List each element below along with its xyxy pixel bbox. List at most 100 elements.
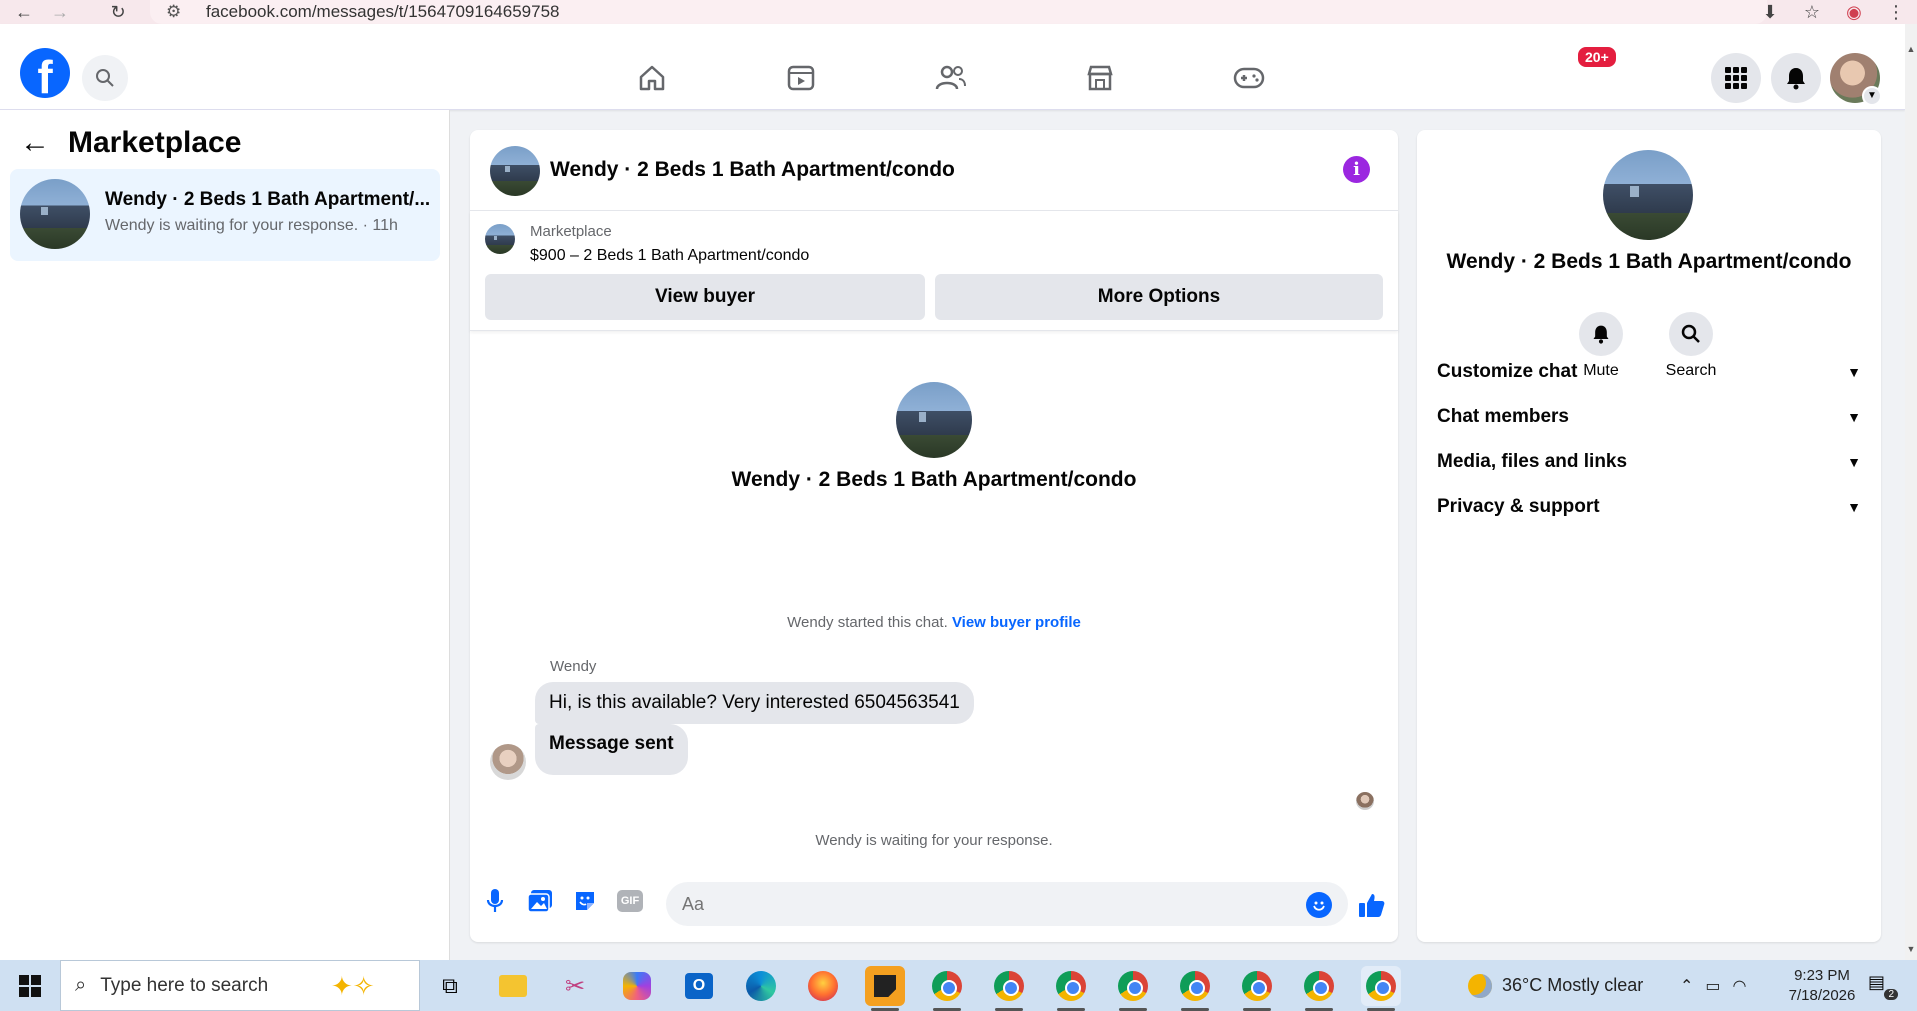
chat-info-title: Wendy · 2 Beds 1 Bath Apartment/condo <box>1446 250 1852 273</box>
outlook-icon[interactable]: O <box>679 966 719 1006</box>
windows-taskbar: ⌕ Type here to search ✦✧ ⧉ ✂ O 36°C Most… <box>0 960 1917 1011</box>
chevron-down-icon: ▼ <box>1847 409 1861 425</box>
thumbs-up-button[interactable] <box>1355 888 1389 922</box>
windows-logo-icon <box>19 974 41 997</box>
file-explorer-icon[interactable] <box>493 966 533 1006</box>
privacy-support-section[interactable]: Privacy & support ▼ <box>1437 487 1861 527</box>
microphone-icon <box>486 889 504 912</box>
wifi-icon[interactable]: ◠ <box>1733 976 1747 996</box>
meet-now-icon[interactable]: ▭ <box>1705 976 1720 996</box>
chrome-icon[interactable] <box>927 966 967 1011</box>
more-options-button[interactable]: More Options <box>935 274 1383 320</box>
site-settings-icon[interactable]: ⚙ <box>166 2 186 22</box>
address-bar[interactable]: ⚙ facebook.com/messages/t/15647091646597… <box>150 0 1767 24</box>
facebook-logo[interactable]: f <box>20 48 70 98</box>
edge-icon[interactable] <box>741 966 781 1006</box>
bell-icon <box>1593 325 1609 344</box>
chat-center-title: Wendy · 2 Beds 1 Bath Apartment/condo <box>731 468 1137 491</box>
chat-members-section[interactable]: Chat members ▼ <box>1437 397 1861 437</box>
scroll-up-arrow-icon[interactable]: ▲ <box>1905 44 1917 56</box>
marketplace-label: Marketplace <box>530 223 612 240</box>
scroll-down-arrow-icon[interactable]: ▼ <box>1905 944 1917 956</box>
message-bubble[interactable]: Message sent <box>535 724 688 775</box>
chat-title[interactable]: Wendy · 2 Beds 1 Bath Apartment/condo <box>550 158 955 182</box>
chat-avatar[interactable] <box>490 146 540 196</box>
microphone-button[interactable] <box>480 886 510 916</box>
conversation-subtitle: Wendy is waiting for your response. · 11… <box>105 217 398 234</box>
chrome-icon[interactable] <box>1113 966 1153 1011</box>
media-files-links-section[interactable]: Media, files and links ▼ <box>1437 442 1861 482</box>
weather-widget[interactable]: 36°C Mostly clear <box>1468 960 1643 1011</box>
info-icon[interactable]: i <box>1343 156 1370 183</box>
section-label: Chat members <box>1437 406 1569 427</box>
conversation-item[interactable]: Wendy · 2 Beds 1 Bath Apartment/... Wend… <box>10 169 440 261</box>
attach-photo-button[interactable] <box>525 886 555 916</box>
taskbar-search-box[interactable]: ⌕ Type here to search ✦✧ <box>60 960 420 1011</box>
chrome-icon[interactable] <box>989 966 1029 1011</box>
chrome-icon[interactable] <box>1237 966 1277 1011</box>
customize-chat-section[interactable]: Customize chat ▼ <box>1437 352 1861 392</box>
section-label: Customize chat <box>1437 361 1578 382</box>
sticker-button[interactable] <box>570 886 600 916</box>
chevron-down-icon: ▼ <box>1847 364 1861 380</box>
friends-icon <box>935 65 966 90</box>
message-bubble[interactable]: Hi, is this available? Very interested 6… <box>535 682 974 724</box>
back-arrow-icon[interactable]: ← <box>4 0 44 24</box>
chat-bubble-icon: ▤ <box>1868 972 1886 992</box>
browser-menu-icon[interactable]: ⋮ <box>1875 0 1917 24</box>
forward-arrow-icon[interactable]: → <box>40 0 80 24</box>
chevron-down-icon: ▼ <box>1847 454 1861 470</box>
chevron-down-icon[interactable]: ▼ <box>1862 86 1882 106</box>
gaming-icon <box>1233 67 1265 89</box>
menu-button[interactable] <box>1711 53 1761 103</box>
chrome-icon[interactable] <box>1299 966 1339 1011</box>
chrome-icon[interactable] <box>1361 966 1401 1011</box>
profile-icon[interactable]: ◉ <box>1833 0 1875 24</box>
listing-thumbnail[interactable] <box>485 224 515 254</box>
view-buyer-profile-link[interactable]: View buyer profile <box>952 614 1081 631</box>
notifications-button[interactable] <box>1771 53 1821 103</box>
back-arrow-icon[interactable]: ← <box>20 126 50 160</box>
sparkle-icon: ✦✧ <box>331 971 375 1001</box>
taskbar-clock[interactable]: 9:23 PM 7/18/2026 <box>1762 966 1882 1006</box>
marketplace-nav[interactable] <box>1070 56 1130 100</box>
gif-icon[interactable]: GIF <box>617 890 643 912</box>
sticky-notes-icon[interactable] <box>865 966 905 1011</box>
bell-icon <box>1787 68 1805 90</box>
chrome-icon[interactable] <box>1051 966 1091 1011</box>
reload-icon[interactable]: ↻ <box>98 0 138 24</box>
notification-badge: 20+ <box>1576 45 1618 69</box>
task-view-icon[interactable]: ⧉ <box>430 966 470 1006</box>
chrome-icon[interactable] <box>1175 966 1215 1011</box>
gaming-nav[interactable] <box>1219 56 1279 100</box>
search-button[interactable] <box>82 55 128 101</box>
message-composer: GIF <box>470 872 1398 932</box>
search-icon <box>1681 324 1700 343</box>
chevron-up-icon[interactable]: ⌃ <box>1680 976 1693 996</box>
thumbs-up-icon <box>1359 894 1385 917</box>
emoji-icon[interactable] <box>1306 892 1332 918</box>
install-app-icon[interactable]: ⬇ <box>1749 0 1791 24</box>
snipping-tool-icon[interactable]: ✂ <box>555 966 595 1006</box>
bookmark-star-icon[interactable]: ☆ <box>1791 0 1833 24</box>
sticker-icon <box>576 892 594 910</box>
sender-avatar[interactable] <box>490 744 526 780</box>
marketplace-icon <box>1087 65 1113 91</box>
section-label: Media, files and links <box>1437 451 1628 472</box>
listing-price-title[interactable]: $900 – 2 Beds 1 Bath Apartment/condo <box>530 247 809 265</box>
chat-info-panel: Wendy · 2 Beds 1 Bath Apartment/condo Mu… <box>1417 130 1881 942</box>
view-buyer-button[interactable]: View buyer <box>485 274 925 320</box>
page-scrollbar[interactable]: ▲ ▼ <box>1905 24 1917 960</box>
chat-list-panel: ← Marketplace Wendy · 2 Beds 1 Bath Apar… <box>0 110 450 960</box>
message-input[interactable] <box>666 882 1348 926</box>
chat-profile-picture[interactable] <box>1603 150 1693 240</box>
video-nav[interactable] <box>771 56 831 100</box>
copilot-icon[interactable] <box>617 966 657 1006</box>
firefox-icon[interactable] <box>803 966 843 1006</box>
panel-title: Marketplace <box>68 126 242 159</box>
friends-nav[interactable] <box>921 56 981 100</box>
start-button[interactable] <box>0 960 60 1011</box>
home-nav[interactable] <box>622 56 682 100</box>
chat-panel: Wendy · 2 Beds 1 Bath Apartment/condo i … <box>470 130 1398 942</box>
notification-center-icon[interactable]: ▤ 2 <box>1868 972 1898 1000</box>
